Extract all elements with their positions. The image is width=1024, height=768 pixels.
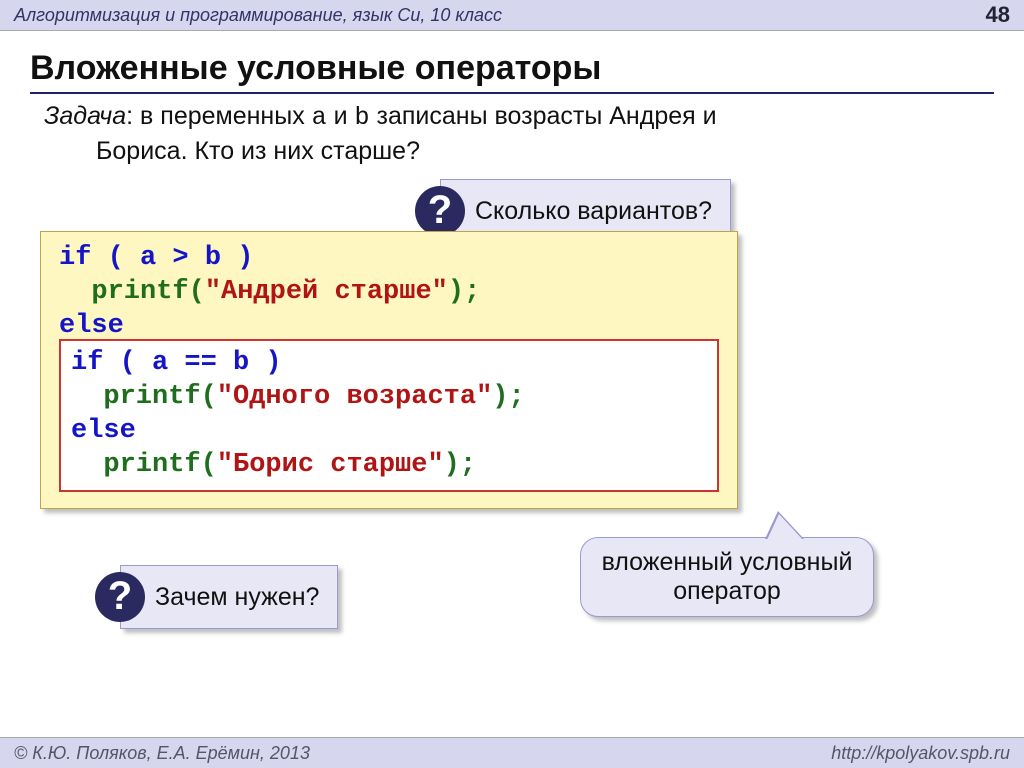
str-equal: "Одного возраста" — [217, 382, 492, 412]
nested-code-block: if ( a == b ) printf("Одного возраста");… — [59, 339, 719, 492]
course-title: Алгоритмизация и программирование, язык … — [14, 0, 502, 30]
code-block: if ( a > b ) printf("Андрей старше"); el… — [40, 231, 738, 509]
paren-close: ) — [444, 450, 460, 480]
code-line: printf("Андрей старше"); — [59, 276, 719, 310]
task-text-2: записаны возрасты Андрея и — [370, 102, 717, 130]
speech-bubble: вложенный условный оператор — [580, 537, 874, 617]
fn-printf: printf — [103, 450, 200, 480]
title-underline — [30, 92, 994, 94]
fn-printf: printf — [103, 382, 200, 412]
var-b: b — [355, 103, 370, 132]
page-number: 48 — [986, 0, 1010, 30]
code-cond1: ( a > b ) — [91, 243, 253, 273]
code-line: else — [59, 310, 719, 344]
callout-why-text: Зачем нужен? — [155, 583, 319, 612]
paren-open: ( — [201, 382, 217, 412]
kw-else: else — [59, 311, 124, 341]
semicolon: ; — [460, 450, 476, 480]
slide-content: Вложенные условные операторы Задача: в п… — [0, 31, 1024, 167]
str-boris: "Борис старше" — [217, 450, 444, 480]
kw-if: if — [59, 243, 91, 273]
slide-header: Алгоритмизация и программирование, язык … — [0, 0, 1024, 31]
question-icon: ? — [415, 186, 465, 236]
task-text-1: : в переменных — [126, 102, 312, 130]
speech-tail — [767, 514, 803, 540]
question-icon: ? — [95, 572, 145, 622]
paren-close: ) — [448, 277, 464, 307]
var-a: a — [312, 103, 327, 132]
semicolon: ; — [508, 382, 524, 412]
task-statement: Задача: в переменных a и b записаны возр… — [44, 100, 994, 167]
code-line: printf("Одного возраста"); — [71, 381, 707, 415]
code-cond2: ( a == b ) — [103, 348, 281, 378]
code-line: if ( a == b ) — [71, 347, 707, 381]
task-line2: Бориса. Кто из них старше? — [96, 135, 994, 168]
fn-printf: printf — [91, 277, 188, 307]
paren-close: ) — [492, 382, 508, 412]
code-line: if ( a > b ) — [59, 242, 719, 276]
str-andrey: "Андрей старше" — [205, 277, 448, 307]
slide-footer: К.Ю. Поляков, Е.А. Ерёмин, 2013 http://k… — [0, 737, 1024, 768]
code-line: else — [71, 415, 707, 449]
footer-url: http://kpolyakov.spb.ru — [831, 738, 1010, 768]
callout-variants-text: Сколько вариантов? — [475, 197, 712, 226]
slide-title: Вложенные условные операторы — [30, 49, 994, 88]
callout-why: ? Зачем нужен? — [120, 565, 338, 629]
speech-text: вложенный условный оператор — [602, 548, 853, 605]
paren-open: ( — [201, 450, 217, 480]
task-and: и — [327, 102, 355, 130]
kw-else: else — [71, 416, 136, 446]
footer-authors: К.Ю. Поляков, Е.А. Ерёмин, 2013 — [14, 738, 310, 768]
code-line: printf("Борис старше"); — [71, 449, 707, 483]
paren-open: ( — [189, 277, 205, 307]
kw-if: if — [71, 348, 103, 378]
task-label: Задача — [44, 102, 126, 130]
semicolon: ; — [464, 277, 480, 307]
